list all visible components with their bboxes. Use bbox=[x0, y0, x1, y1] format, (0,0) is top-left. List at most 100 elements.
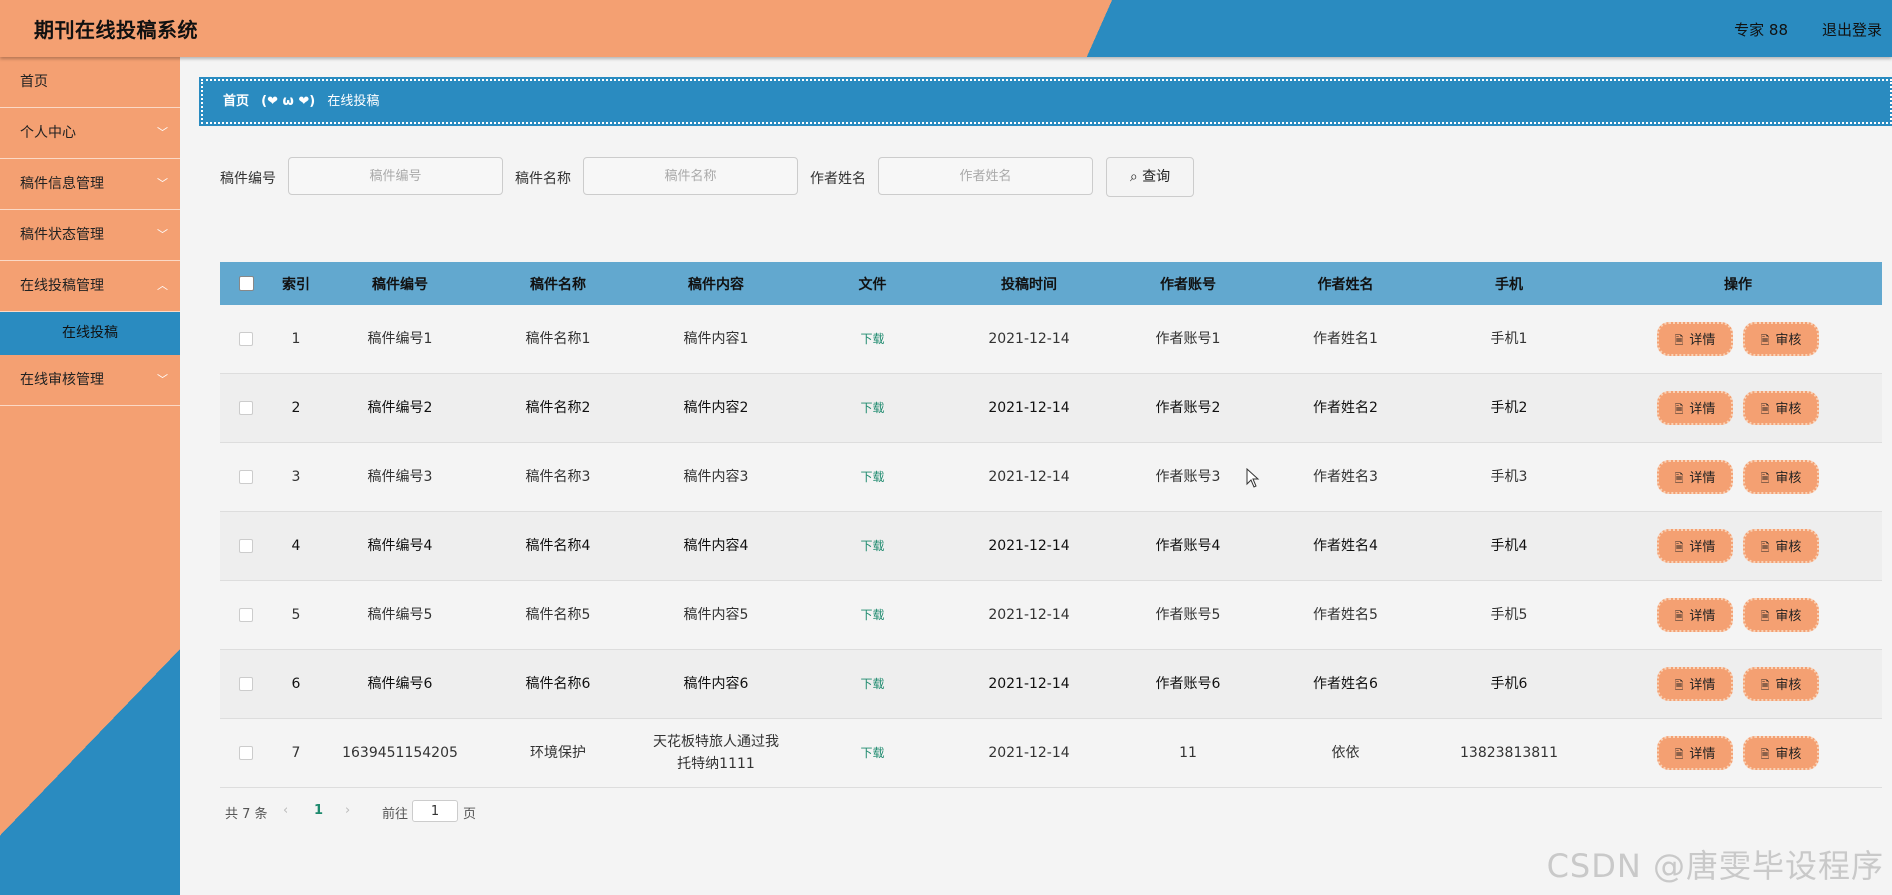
download-link[interactable]: 下载 bbox=[860, 470, 884, 484]
table-row: 3 稿件编号3 稿件名称3 稿件内容3 下载 2021-12-14 作者账号3 作者姓名3 手机… bbox=[220, 442, 1882, 512]
sidebar: 首页 个人中心 ﹀ 稿件信息管理 ﹀ 稿件状态管理 ﹀ 在线投稿管理 ︿ 在线投… bbox=[0, 57, 180, 895]
prev-page-icon[interactable]: ‹ bbox=[283, 803, 288, 818]
row-code: 1639451154205 bbox=[320, 718, 480, 788]
row-checkbox[interactable] bbox=[239, 401, 253, 415]
row-select[interactable] bbox=[220, 511, 272, 581]
row-checkbox[interactable] bbox=[239, 332, 253, 346]
page-number-current[interactable]: 1 bbox=[314, 803, 323, 818]
review-button[interactable]: 🗎 审核 bbox=[1743, 460, 1819, 494]
header-select-all[interactable] bbox=[220, 262, 272, 305]
search-icon: ⌕ bbox=[1129, 169, 1138, 185]
detail-button-label: 详情 bbox=[1689, 678, 1716, 693]
document-icon: 🗎 bbox=[1674, 403, 1684, 416]
row-author: 作者姓名6 bbox=[1267, 649, 1424, 719]
search-input-name[interactable] bbox=[583, 157, 798, 195]
next-page-icon[interactable]: › bbox=[345, 803, 350, 818]
review-button-label: 审核 bbox=[1775, 402, 1802, 417]
review-button[interactable]: 🗎 审核 bbox=[1743, 667, 1819, 701]
row-select[interactable] bbox=[220, 305, 272, 374]
row-checkbox[interactable] bbox=[239, 539, 253, 553]
sidebar-item-label: 稿件信息管理 bbox=[20, 176, 104, 192]
table-row: 7 1639451154205 环境保护 天花板特旅人通过我托特纳1111 下载 2021… bbox=[220, 718, 1882, 788]
sidebar-item-home[interactable]: 首页 bbox=[0, 57, 180, 108]
table-row: 4 稿件编号4 稿件名称4 稿件内容4 下载 2021-12-14 作者账号4 作者姓名4 手机… bbox=[220, 511, 1882, 581]
row-index: 2 bbox=[272, 373, 320, 443]
page-suffix: 页 bbox=[463, 807, 477, 822]
row-select[interactable] bbox=[220, 718, 272, 788]
download-link[interactable]: 下载 bbox=[860, 401, 884, 415]
row-select[interactable] bbox=[220, 442, 272, 512]
row-time: 2021-12-14 bbox=[949, 649, 1109, 719]
detail-button[interactable]: 🗎 详情 bbox=[1657, 322, 1733, 356]
table-header-row: 索引 稿件编号 稿件名称 稿件内容 文件 投稿时间 作者账号 作者姓名 手机 操… bbox=[220, 262, 1882, 305]
chevron-down-icon: ﹀ bbox=[157, 228, 168, 241]
search-input-author[interactable] bbox=[878, 157, 1093, 195]
sidebar-item-manuscript-info[interactable]: 稿件信息管理 ﹀ bbox=[0, 159, 180, 210]
row-checkbox[interactable] bbox=[239, 746, 253, 760]
row-select[interactable] bbox=[220, 649, 272, 719]
detail-button-label: 详情 bbox=[1689, 747, 1716, 762]
row-content: 稿件内容6 bbox=[636, 649, 796, 719]
download-link[interactable]: 下载 bbox=[860, 677, 884, 691]
row-phone: 手机4 bbox=[1424, 511, 1594, 581]
search-label-name: 稿件名称 bbox=[515, 171, 571, 187]
row-time: 2021-12-14 bbox=[949, 373, 1109, 443]
row-author: 作者姓名1 bbox=[1267, 305, 1424, 374]
select-all-checkbox[interactable] bbox=[238, 276, 254, 291]
row-checkbox[interactable] bbox=[239, 470, 253, 484]
review-button-label: 审核 bbox=[1775, 747, 1802, 762]
download-link[interactable]: 下载 bbox=[860, 608, 884, 622]
row-actions: 🗎 详情 🗎 审核 bbox=[1594, 649, 1882, 719]
document-icon: 🗎 bbox=[1674, 472, 1684, 485]
sidebar-item-personal-center[interactable]: 个人中心 ﹀ bbox=[0, 108, 180, 159]
detail-button[interactable]: 🗎 详情 bbox=[1657, 667, 1733, 701]
detail-button[interactable]: 🗎 详情 bbox=[1657, 391, 1733, 425]
detail-button[interactable]: 🗎 详情 bbox=[1657, 736, 1733, 770]
submission-table: 索引 稿件编号 稿件名称 稿件内容 文件 投稿时间 作者账号 作者姓名 手机 操… bbox=[220, 262, 1882, 788]
review-button[interactable]: 🗎 审核 bbox=[1743, 736, 1819, 770]
review-button[interactable]: 🗎 审核 bbox=[1743, 322, 1819, 356]
detail-button[interactable]: 🗎 详情 bbox=[1657, 598, 1733, 632]
document-icon: 🗎 bbox=[1760, 610, 1770, 623]
logout-link[interactable]: 退出登录 bbox=[1822, 19, 1882, 40]
row-checkbox[interactable] bbox=[239, 677, 253, 691]
breadcrumb-home[interactable]: 首页 bbox=[223, 94, 249, 109]
row-checkbox[interactable] bbox=[239, 608, 253, 622]
column-header: 索引 bbox=[272, 262, 320, 305]
sidebar-item-submission-management[interactable]: 在线投稿管理 ︿ bbox=[0, 261, 180, 312]
goto-page-input[interactable] bbox=[412, 800, 458, 822]
download-link[interactable]: 下载 bbox=[860, 746, 884, 760]
row-name: 环境保护 bbox=[480, 718, 636, 788]
sidebar-item-review-management[interactable]: 在线审核管理 ﹀ bbox=[0, 355, 180, 406]
row-account: 作者账号4 bbox=[1109, 511, 1267, 581]
row-index: 1 bbox=[272, 305, 320, 374]
review-button[interactable]: 🗎 审核 bbox=[1743, 598, 1819, 632]
row-actions: 🗎 详情 🗎 审核 bbox=[1594, 373, 1882, 443]
row-account: 作者账号2 bbox=[1109, 373, 1267, 443]
pagination-total: 共 7 条 bbox=[225, 807, 268, 822]
download-link[interactable]: 下载 bbox=[860, 332, 884, 346]
row-content: 稿件内容4 bbox=[636, 511, 796, 581]
search-input-code[interactable] bbox=[288, 157, 503, 195]
sidebar-item-label: 首页 bbox=[20, 74, 48, 90]
row-content: 稿件内容2 bbox=[636, 373, 796, 443]
row-actions: 🗎 详情 🗎 审核 bbox=[1594, 442, 1882, 512]
review-button-label: 审核 bbox=[1775, 678, 1802, 693]
sidebar-item-manuscript-status[interactable]: 稿件状态管理 ﹀ bbox=[0, 210, 180, 261]
detail-button[interactable]: 🗎 详情 bbox=[1657, 529, 1733, 563]
row-select[interactable] bbox=[220, 373, 272, 443]
row-phone: 手机3 bbox=[1424, 442, 1594, 512]
review-button[interactable]: 🗎 审核 bbox=[1743, 391, 1819, 425]
review-button[interactable]: 🗎 审核 bbox=[1743, 529, 1819, 563]
chevron-up-icon: ︿ bbox=[157, 279, 168, 292]
row-account: 11 bbox=[1109, 718, 1267, 788]
row-select[interactable] bbox=[220, 580, 272, 650]
row-phone: 手机5 bbox=[1424, 580, 1594, 650]
breadcrumb: 首页 (❤ ω ❤) 在线投稿 bbox=[199, 77, 1892, 126]
download-link[interactable]: 下载 bbox=[860, 539, 884, 553]
detail-button[interactable]: 🗎 详情 bbox=[1657, 460, 1733, 494]
row-index: 3 bbox=[272, 442, 320, 512]
sidebar-subitem-online-submission[interactable]: 在线投稿 bbox=[0, 312, 180, 355]
search-button[interactable]: ⌕ 查询 bbox=[1106, 157, 1194, 197]
row-time: 2021-12-14 bbox=[949, 442, 1109, 512]
